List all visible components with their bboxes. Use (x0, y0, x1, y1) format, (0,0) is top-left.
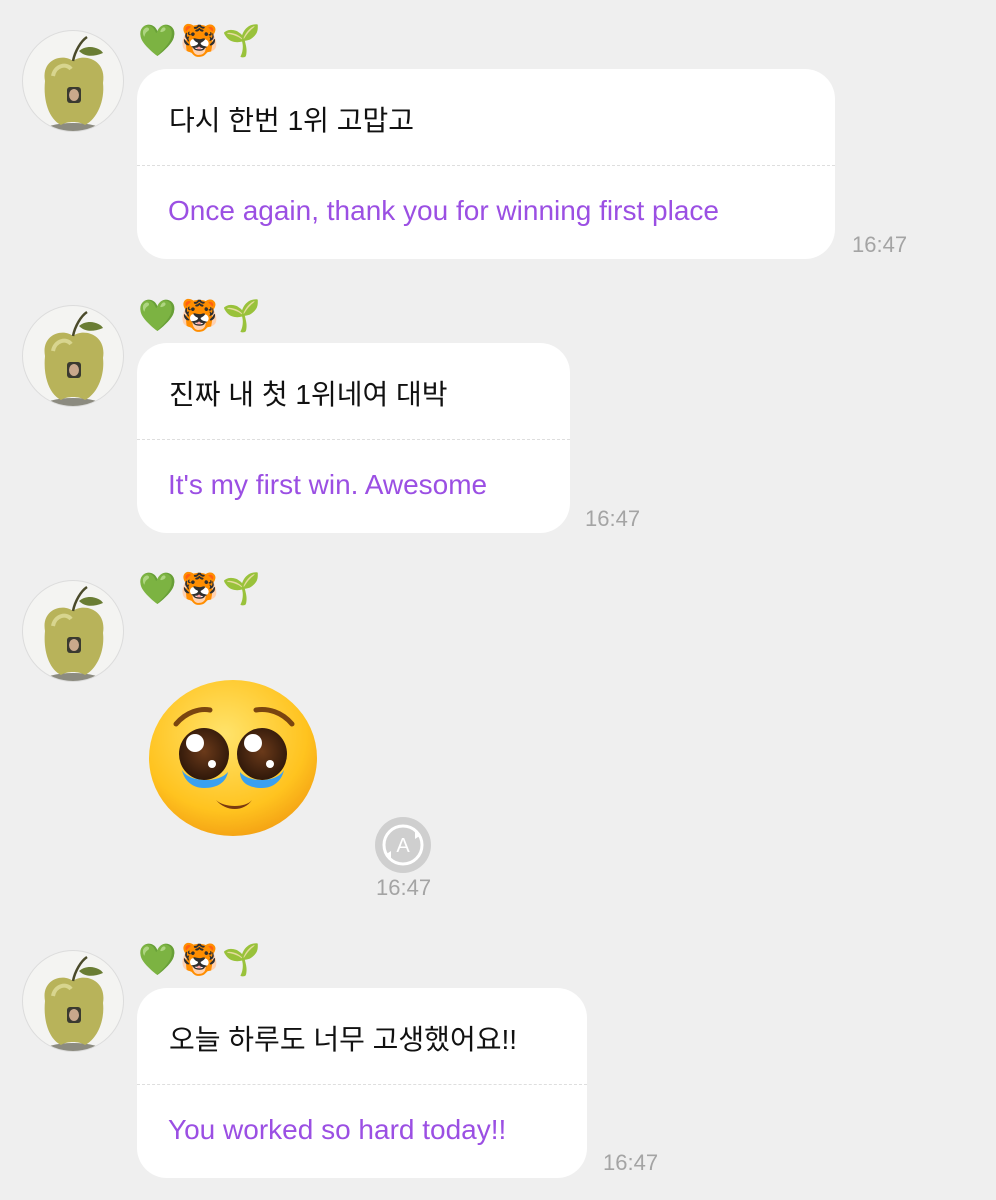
tiger-emoji: 🐯 (180, 942, 219, 978)
message-group: 💚 🐯 🌱 오늘 하루도 너무 고생했어요!! You worked so ha… (0, 0, 996, 1200)
green-heart-emoji: 💚 (138, 942, 177, 978)
sender-name[interactable]: 💚 🐯 🌱 (138, 940, 261, 980)
seedling-emoji: 🌱 (222, 942, 261, 978)
translated-text: You worked so hard today!! (168, 1114, 507, 1145)
timestamp: 16:47 (603, 1150, 659, 1175)
original-text: 오늘 하루도 너무 고생했어요!! (169, 1024, 518, 1055)
avatar[interactable] (22, 950, 124, 1052)
translation-divider (137, 1084, 587, 1085)
message-bubble[interactable]: 오늘 하루도 너무 고생했어요!! You worked so hard tod… (137, 988, 587, 1178)
